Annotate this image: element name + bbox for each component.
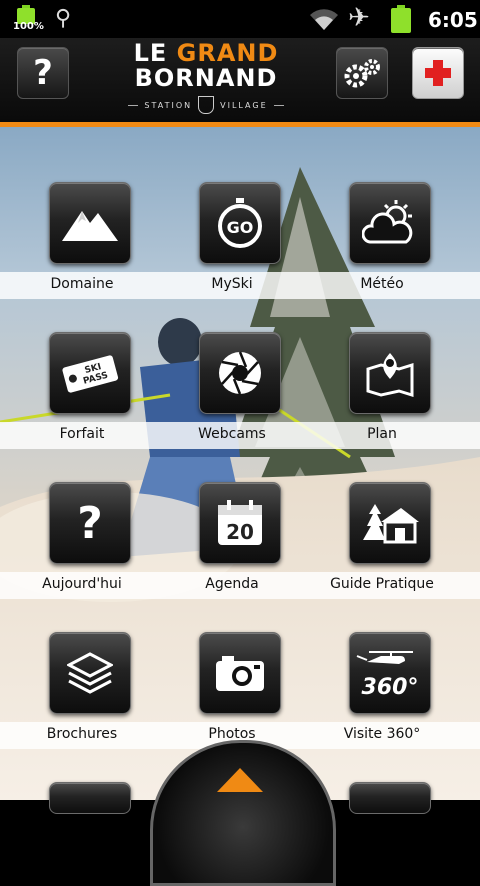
camera-aperture-icon: [219, 351, 261, 395]
battery-icon: [391, 5, 411, 33]
logo-bornand: BORNAND: [134, 64, 278, 92]
tile-label: Visite 360°: [343, 726, 421, 742]
tile-label: Aujourd'hui: [42, 576, 122, 592]
agenda-button[interactable]: 20: [199, 482, 281, 564]
tile-label: Webcams: [198, 426, 266, 442]
aujourdhui-button[interactable]: ?: [49, 482, 131, 564]
crest-icon: [198, 96, 215, 114]
clock: 6:05: [428, 8, 478, 32]
logo-le: LE: [133, 39, 168, 67]
emergency-button[interactable]: [412, 47, 464, 99]
chalet-icon: [363, 504, 419, 544]
help-button[interactable]: ?: [17, 47, 69, 99]
next-row-button-left[interactable]: [49, 782, 131, 814]
meteo-button[interactable]: [349, 182, 431, 264]
plan-button[interactable]: [349, 332, 431, 414]
guide-pratique-button[interactable]: [349, 482, 431, 564]
logo-station: STATION: [144, 100, 193, 110]
status-bar: 100% ⚲ ✈ 6:05: [0, 0, 480, 38]
next-row-button-right[interactable]: [349, 782, 431, 814]
photos-button[interactable]: [199, 632, 281, 714]
go-icon: GO: [218, 198, 262, 248]
tile-label: Brochures: [46, 726, 118, 742]
tile-label: Domaine: [50, 276, 114, 292]
gears-icon: [344, 59, 380, 88]
brochures-button[interactable]: [49, 632, 131, 714]
ski-pass-icon: SKI PASS: [62, 355, 119, 393]
weather-icon: [362, 200, 413, 244]
mountain-icon: [62, 211, 118, 241]
forfait-button[interactable]: SKI PASS: [49, 332, 131, 414]
logo-village: VILLAGE: [220, 100, 268, 110]
layers-icon: [67, 652, 113, 694]
battery-percent: 100%: [13, 21, 44, 32]
myski-button[interactable]: GO: [199, 182, 281, 264]
red-cross-icon: [425, 60, 451, 86]
webcams-button[interactable]: [199, 332, 281, 414]
svg-text:20: 20: [226, 520, 254, 544]
wifi-icon: [310, 9, 338, 31]
photo-camera-icon: [216, 656, 264, 691]
question-icon: ?: [77, 497, 103, 549]
airplane-mode-icon: ✈: [348, 3, 370, 33]
arrow-up-icon: [217, 768, 263, 792]
map-pin-icon: [366, 353, 414, 397]
tile-label: Plan: [367, 426, 397, 442]
calendar-icon: 20: [218, 500, 262, 545]
visite-360-button[interactable]: 360°: [349, 632, 431, 714]
svg-text:GO: GO: [227, 218, 254, 237]
tile-label: Agenda: [205, 576, 259, 592]
usb-icon: ⚲: [55, 6, 72, 31]
help-icon: ?: [33, 53, 53, 93]
tile-label: MySki: [211, 276, 253, 292]
tile-label: Guide Pratique: [330, 576, 434, 592]
domaine-button[interactable]: [49, 182, 131, 264]
tile-label: Météo: [360, 276, 404, 292]
helicopter-360-icon: 360°: [356, 651, 419, 700]
logo-grand: GRAND: [176, 39, 279, 67]
app-logo: LE GRAND BORNAND STATION VILLAGE: [128, 40, 284, 114]
settings-button[interactable]: [336, 47, 388, 99]
tile-label: Forfait: [59, 426, 105, 442]
svg-text:360°: 360°: [362, 675, 419, 700]
